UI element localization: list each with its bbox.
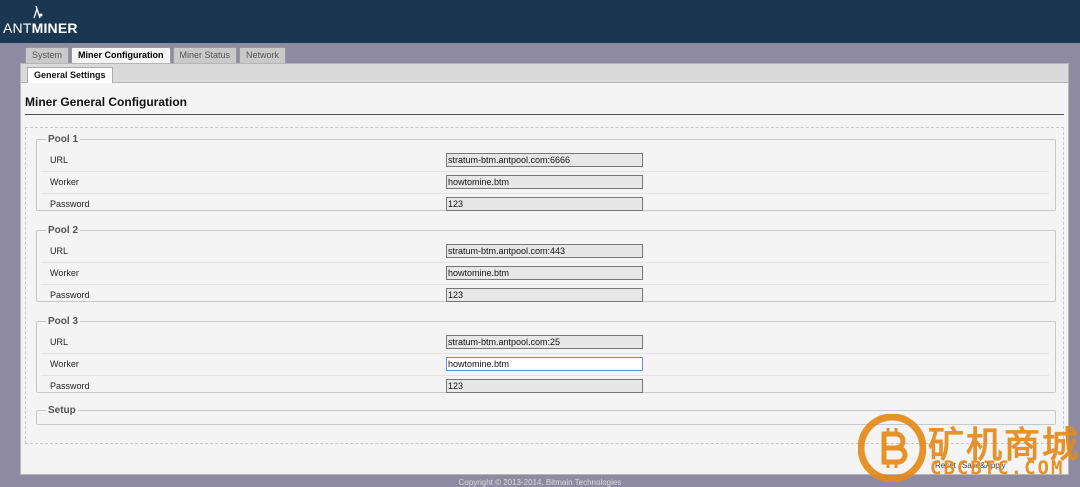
pool-2-legend: Pool 2 bbox=[48, 225, 79, 236]
pool-1-url-input[interactable] bbox=[446, 153, 643, 167]
tab-system[interactable]: System bbox=[25, 47, 70, 63]
pool-3-legend: Pool 3 bbox=[48, 316, 79, 327]
pool-1-password-label: Password bbox=[50, 199, 90, 209]
pool-1-fieldset: Pool 1 URL Worker Password bbox=[36, 134, 1056, 211]
watermark-subtext: CBCBTC.COM bbox=[930, 457, 1065, 479]
pool-3-worker-input[interactable] bbox=[446, 357, 643, 371]
pool-2-url-input[interactable] bbox=[446, 244, 643, 258]
main-tabs: System Miner Configuration Miner Status … bbox=[25, 47, 288, 64]
sub-tab-bar: General Settings bbox=[20, 63, 1069, 85]
pool-1-worker-row: Worker bbox=[41, 172, 1049, 194]
pool-2-password-input[interactable] bbox=[446, 288, 643, 302]
pool-2-fieldset: Pool 2 URL Worker Password bbox=[36, 225, 1056, 302]
pool-3-url-label: URL bbox=[50, 337, 69, 347]
pool-1-password-row: Password bbox=[41, 194, 1049, 216]
top-header: ANTMINER bbox=[0, 0, 1080, 43]
tab-miner-configuration[interactable]: Miner Configuration bbox=[71, 47, 171, 64]
pool-3-url-input[interactable] bbox=[446, 335, 643, 349]
pool-1-legend: Pool 1 bbox=[48, 134, 79, 145]
pool-3-url-row: URL bbox=[41, 332, 1049, 354]
pool-2-worker-row: Worker bbox=[41, 263, 1049, 285]
page-title: Miner General Configuration bbox=[25, 95, 188, 109]
logo-miner-text: MINER bbox=[31, 20, 78, 36]
pool-3-worker-row: Worker bbox=[41, 354, 1049, 376]
pool-1-worker-label: Worker bbox=[50, 177, 79, 187]
bitcoin-logo-icon bbox=[858, 414, 926, 482]
config-form: Pool 1 URL Worker Password Pool 2 URL W bbox=[25, 127, 1064, 444]
antminer-logo[interactable]: ANTMINER bbox=[3, 20, 78, 36]
tab-miner-status[interactable]: Miner Status bbox=[172, 47, 238, 63]
watermark: 矿机商城 CBCBTC.COM bbox=[858, 412, 1080, 487]
pool-2-password-row: Password bbox=[41, 285, 1049, 307]
pool-1-worker-input[interactable] bbox=[446, 175, 643, 189]
pool-2-password-label: Password bbox=[50, 290, 90, 300]
antminer-logo-icon bbox=[33, 5, 43, 19]
pool-2-worker-label: Worker bbox=[50, 268, 79, 278]
setup-legend[interactable]: Setup bbox=[46, 405, 78, 416]
pool-2-url-row: URL bbox=[41, 241, 1049, 263]
pool-1-url-label: URL bbox=[50, 155, 69, 165]
pool-3-password-row: Password bbox=[41, 376, 1049, 398]
pool-1-url-row: URL bbox=[41, 150, 1049, 172]
pool-3-password-input[interactable] bbox=[446, 379, 643, 393]
pool-3-fieldset: Pool 3 URL Worker Password bbox=[36, 316, 1056, 393]
pool-3-worker-label: Worker bbox=[50, 359, 79, 369]
pool-3-password-label: Password bbox=[50, 381, 90, 391]
title-divider bbox=[25, 114, 1064, 115]
pool-2-worker-input[interactable] bbox=[446, 266, 643, 280]
logo-ant-text: ANT bbox=[3, 20, 32, 36]
pool-1-password-input[interactable] bbox=[446, 197, 643, 211]
tab-network[interactable]: Network bbox=[239, 47, 287, 63]
pool-2-url-label: URL bbox=[50, 246, 69, 256]
